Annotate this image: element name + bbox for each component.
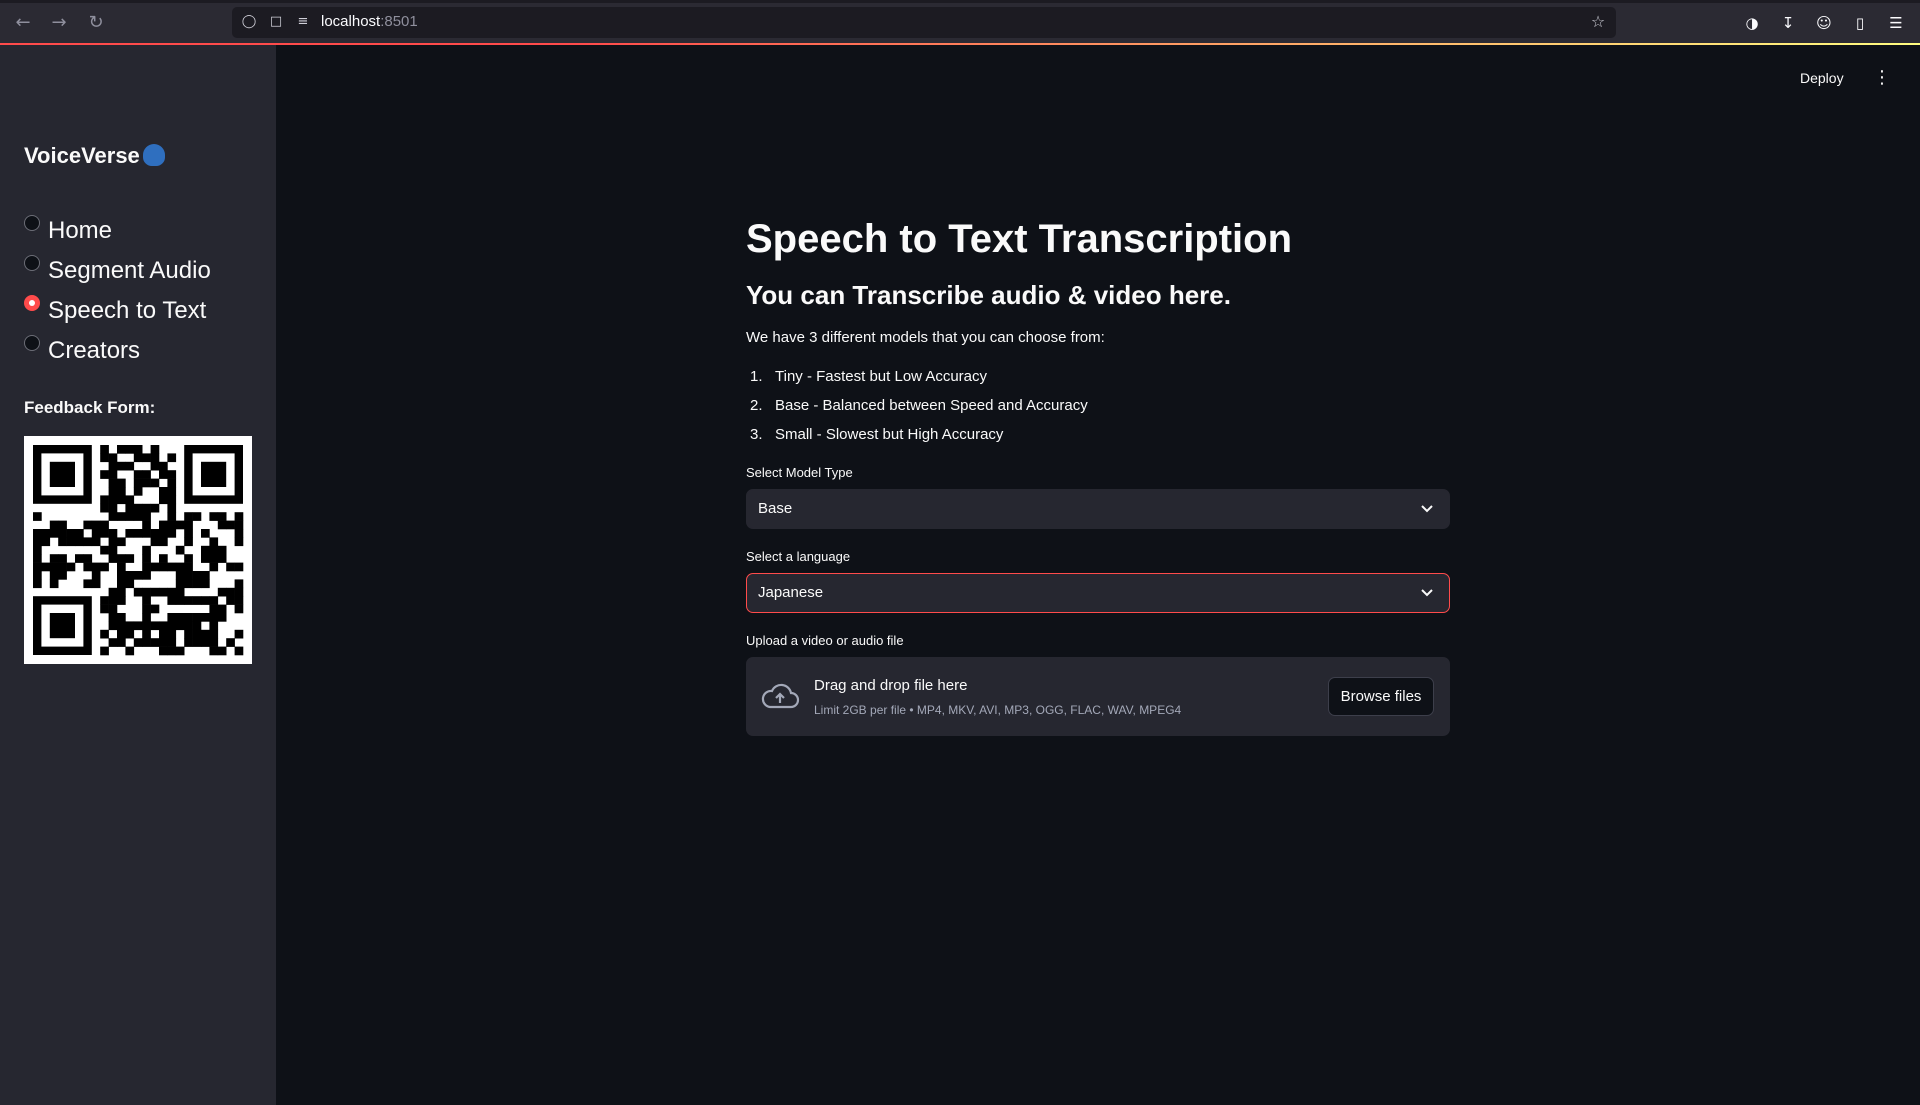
permissions-icon[interactable]: ≡ xyxy=(294,13,312,31)
feedback-qr-code xyxy=(24,436,252,664)
radio-creators[interactable] xyxy=(24,335,40,351)
main-content: Speech to Text Transcription You can Tra… xyxy=(746,210,1450,736)
page-icon[interactable]: □ xyxy=(267,13,285,31)
account-icon[interactable]: ☺ xyxy=(1813,12,1835,34)
brand-name: VoiceVerse xyxy=(24,143,140,168)
list-item: 1. Tiny - Fastest but Low Accuracy xyxy=(746,368,1450,397)
models-intro-text: We have 3 different models that you can … xyxy=(746,329,1105,346)
nav-label-home: Home xyxy=(48,217,113,244)
reload-icon[interactable]: ↻ xyxy=(85,12,107,34)
language-select-label: Select a language xyxy=(746,549,851,564)
url-port: :8501 xyxy=(380,13,418,30)
radio-speech-to-text[interactable] xyxy=(24,295,40,311)
list-number: 3. xyxy=(750,426,763,443)
qr-code-image xyxy=(33,445,244,656)
feedback-form-label: Feedback Form: xyxy=(24,398,156,417)
model-list: 1. Tiny - Fastest but Low Accuracy 2. Ba… xyxy=(746,368,1450,455)
nav-label-segment-audio: Segment Audio xyxy=(48,257,211,284)
page-subtitle: You can Transcribe audio & video here. xyxy=(746,280,1231,310)
list-number: 1. xyxy=(750,368,763,385)
nav-label-creators: Creators xyxy=(48,337,141,364)
url-text[interactable]: localhost:8501 xyxy=(321,13,418,31)
bookmark-star-icon[interactable]: ☆ xyxy=(1588,12,1608,32)
download-icon[interactable]: ↧ xyxy=(1777,12,1799,34)
cloud-upload-icon xyxy=(761,683,800,709)
nav-label-speech-to-text: Speech to Text xyxy=(48,297,207,324)
list-item: 2. Base - Balanced between Speed and Acc… xyxy=(746,397,1450,426)
app-brand: VoiceVerse xyxy=(24,143,165,169)
dropzone-title: Drag and drop file here xyxy=(814,677,968,694)
app-menu-icon[interactable]: ☰ xyxy=(1885,12,1907,34)
shield-icon[interactable]: ◯ xyxy=(240,13,258,31)
extensions-icon[interactable]: ▯ xyxy=(1849,12,1871,34)
browser-toolbar: ← → ↻ ◯ □ ≡ localhost:8501 ☆ ◑ ↧ ☺ ▯ ☰ xyxy=(0,0,1920,45)
uploader-label: Upload a video or audio file xyxy=(746,633,904,648)
radio-home[interactable] xyxy=(24,215,40,231)
model-description: Small - Slowest but High Accuracy xyxy=(775,426,1004,443)
tab-strip xyxy=(0,0,1920,3)
status-decoration-line xyxy=(0,43,1920,45)
sidebar: VoiceVerse Home Segment Audio Speech to … xyxy=(0,45,276,1105)
deploy-button[interactable]: Deploy xyxy=(1800,70,1844,86)
language-select[interactable]: Japanese xyxy=(746,573,1450,613)
model-select-value: Base xyxy=(758,500,793,517)
file-dropzone[interactable]: Drag and drop file here Limit 2GB per fi… xyxy=(746,657,1450,736)
back-icon[interactable]: ← xyxy=(12,12,34,34)
main-menu-icon[interactable]: ⋮ xyxy=(1872,68,1892,88)
address-bar[interactable]: ◯ □ ≡ localhost:8501 ☆ xyxy=(232,7,1616,38)
radio-segment-audio[interactable] xyxy=(24,255,40,271)
browse-files-button[interactable]: Browse files xyxy=(1328,677,1434,716)
forward-icon[interactable]: → xyxy=(48,12,70,34)
model-description: Tiny - Fastest but Low Accuracy xyxy=(775,368,988,385)
page-title: Speech to Text Transcription xyxy=(746,217,1293,261)
list-item: 3. Small - Slowest but High Accuracy xyxy=(746,426,1450,455)
speaking-head-icon xyxy=(142,144,165,166)
language-select-value: Japanese xyxy=(758,584,824,601)
dropzone-limit-text: Limit 2GB per file • MP4, MKV, AVI, MP3,… xyxy=(814,703,1182,717)
model-description: Base - Balanced between Speed and Accura… xyxy=(775,397,1088,414)
url-host: localhost xyxy=(321,13,381,30)
model-select-label: Select Model Type xyxy=(746,465,853,480)
chevron-down-icon[interactable] xyxy=(1419,500,1435,516)
pocket-icon[interactable]: ◑ xyxy=(1741,12,1763,34)
list-number: 2. xyxy=(750,397,763,414)
chevron-down-icon[interactable] xyxy=(1419,584,1435,600)
model-type-select[interactable]: Base xyxy=(746,489,1450,529)
